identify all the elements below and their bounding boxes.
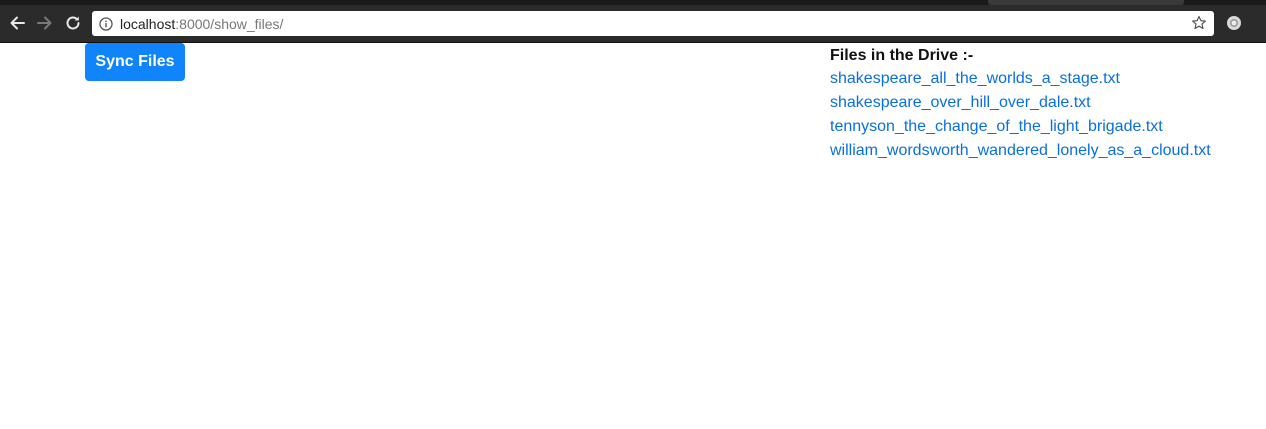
list-item: shakespeare_all_the_worlds_a_stage.txt <box>830 67 1260 91</box>
info-icon[interactable] <box>98 16 114 32</box>
arrow-right-icon <box>37 16 52 30</box>
browser-toolbar: localhost:8000/show_files/ <box>0 0 1266 43</box>
url-path: :8000/show_files/ <box>175 15 284 32</box>
address-bar[interactable]: localhost:8000/show_files/ <box>92 11 1214 36</box>
file-link[interactable]: tennyson_the_change_of_the_light_brigade… <box>830 118 1163 135</box>
bookmark-button[interactable] <box>1190 14 1208 32</box>
url-host: localhost <box>120 15 176 32</box>
file-link[interactable]: shakespeare_over_hill_over_dale.txt <box>830 94 1091 111</box>
reload-button[interactable] <box>63 13 83 33</box>
extension-icon[interactable] <box>1226 15 1242 31</box>
file-list: shakespeare_all_the_worlds_a_stage.txt s… <box>830 67 1260 163</box>
list-item: william_wordsworth_wandered_lonely_as_a_… <box>830 139 1260 163</box>
sync-files-button[interactable]: Sync Files <box>85 43 185 81</box>
url-text[interactable]: localhost:8000/show_files/ <box>120 16 283 32</box>
file-link[interactable]: shakespeare_all_the_worlds_a_stage.txt <box>830 70 1120 87</box>
arrow-left-icon <box>10 16 25 30</box>
back-button[interactable] <box>7 13 27 33</box>
list-item: tennyson_the_change_of_the_light_brigade… <box>830 115 1260 139</box>
browser-tab[interactable] <box>988 0 1184 5</box>
forward-button[interactable] <box>35 13 55 33</box>
list-item: shakespeare_over_hill_over_dale.txt <box>830 91 1260 115</box>
file-link[interactable]: william_wordsworth_wandered_lonely_as_a_… <box>830 142 1211 159</box>
star-icon <box>1192 15 1206 30</box>
reload-icon <box>66 16 80 30</box>
files-heading: Files in the Drive :- <box>830 47 974 64</box>
files-panel: Files in the Drive :- shakespeare_all_th… <box>830 45 1260 163</box>
